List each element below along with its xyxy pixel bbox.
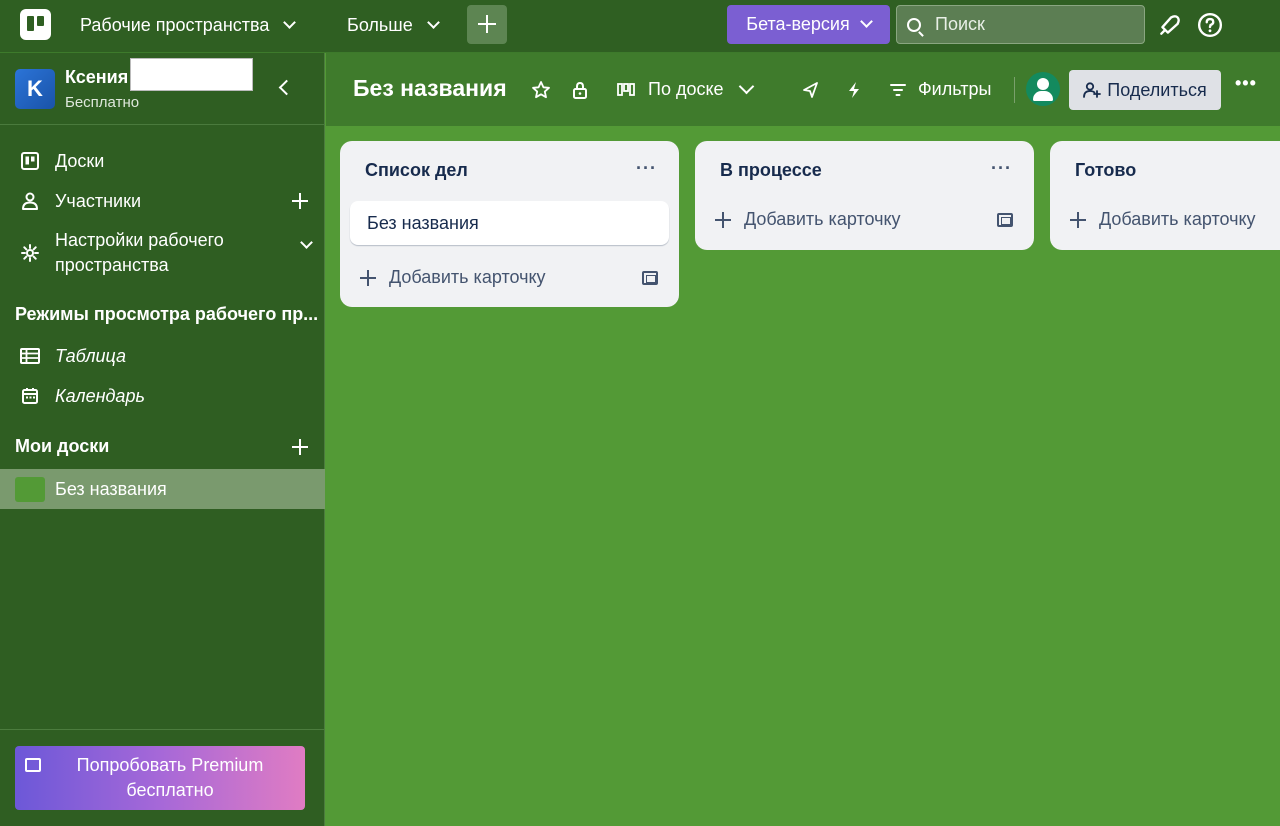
calendar-icon <box>22 388 38 404</box>
workspace-name: Ксения <box>65 67 129 87</box>
search-icon <box>907 17 921 32</box>
chevron-down-icon <box>426 15 440 29</box>
share-label: Поделиться <box>1107 79 1207 100</box>
filter-icon <box>890 83 906 96</box>
list-column: Список дел ··· Без названия Добавить кар… <box>340 141 679 307</box>
sidebar: K Ксения Бесплатно Доски Участники Настр… <box>0 53 325 826</box>
plus-icon <box>1070 211 1086 228</box>
add-person-icon <box>1083 82 1102 98</box>
more-menu[interactable]: Больше <box>347 0 440 50</box>
plus-icon <box>360 269 376 286</box>
create-button[interactable] <box>467 5 507 44</box>
list-title[interactable]: Список дел <box>365 160 468 181</box>
more-menu-label: Больше <box>347 14 413 35</box>
add-card-label: Добавить карточку <box>744 209 901 229</box>
gear-icon <box>21 244 39 262</box>
card[interactable]: Без названия <box>350 201 669 245</box>
try-premium-label: Попробовать Premium бесплатно <box>76 755 264 800</box>
automation-icon[interactable] <box>847 81 861 99</box>
power-ups-icon[interactable] <box>802 81 820 99</box>
add-card-label: Добавить карточку <box>1099 209 1256 229</box>
sidebar-item-calendar[interactable]: Календарь <box>0 376 325 416</box>
member-avatar[interactable] <box>1026 72 1060 106</box>
chevron-down-icon <box>283 15 297 29</box>
beta-version-button[interactable]: Бета-версия <box>727 5 890 44</box>
add-board-icon[interactable] <box>292 439 308 455</box>
list-menu-icon[interactable]: ··· <box>991 158 1012 179</box>
workspace-avatar[interactable]: K <box>15 69 55 109</box>
plus-icon <box>715 211 731 228</box>
workspaces-menu-label: Рабочие пространства <box>80 14 270 35</box>
filters-label: Фильтры <box>918 79 992 99</box>
sidebar-item-settings[interactable]: Настройки рабочего пространства <box>0 228 325 278</box>
chevron-down-icon <box>300 236 313 249</box>
sidebar-item-label: Настройки рабочего пространства <box>55 230 224 275</box>
list-column: Готово Добавить карточку <box>1050 141 1280 250</box>
sidebar-item-boards[interactable]: Доски <box>0 141 325 181</box>
header-divider <box>1014 77 1015 103</box>
table-icon <box>20 348 40 364</box>
board-header: Без названия По доске Фильтры Поделиться… <box>326 53 1280 126</box>
card-title: Без названия <box>367 212 479 233</box>
beta-version-label: Бета-версия <box>746 14 850 34</box>
workspace-plan: Бесплатно <box>65 94 140 111</box>
search-box[interactable] <box>896 5 1145 44</box>
sidebar-item-label: Доски <box>55 150 105 171</box>
sidebar-board-label: Без названия <box>55 479 167 499</box>
add-card-button[interactable]: Добавить карточку <box>715 209 901 230</box>
star-icon[interactable] <box>531 80 551 100</box>
sidebar-item-members[interactable]: Участники <box>0 181 325 221</box>
chevron-down-icon <box>738 78 754 95</box>
help-icon[interactable] <box>1197 12 1223 38</box>
list-column: В процессе ··· Добавить карточку <box>695 141 1034 250</box>
redacted-area <box>130 58 253 91</box>
sidebar-board-item[interactable]: Без названия <box>0 469 325 509</box>
sidebar-item-label: Календарь <box>55 385 145 406</box>
filters-button[interactable]: Фильтры <box>890 79 991 100</box>
views-section-title: Режимы просмотра рабочего пр... <box>15 304 319 324</box>
list-menu-icon[interactable]: ··· <box>636 158 657 179</box>
boards-icon <box>21 152 39 170</box>
workspace-header: K Ксения Бесплатно <box>0 53 325 125</box>
card-template-icon[interactable] <box>997 213 1013 227</box>
board-title[interactable]: Без названия <box>353 75 507 102</box>
list-title[interactable]: Готово <box>1075 160 1136 181</box>
share-button[interactable]: Поделиться <box>1069 70 1221 110</box>
workspaces-menu[interactable]: Рабочие пространства <box>80 0 297 50</box>
sidebar-item-label: Таблица <box>55 345 127 366</box>
collapse-sidebar-icon[interactable] <box>278 79 295 96</box>
list-title[interactable]: В процессе <box>720 160 822 181</box>
notifications-icon[interactable] <box>1157 12 1183 38</box>
board-view-switcher[interactable]: По доске <box>617 78 754 100</box>
person-icon <box>22 192 38 210</box>
board-view-label: По доске <box>648 79 724 99</box>
card-template-icon[interactable] <box>642 271 658 285</box>
search-input[interactable] <box>935 14 1135 35</box>
board-view-icon <box>617 82 635 96</box>
trello-logo-icon[interactable] <box>20 9 51 40</box>
my-boards-title: Мои доски <box>15 436 110 456</box>
add-card-label: Добавить карточку <box>389 267 546 287</box>
try-premium-button[interactable]: Попробовать Premium бесплатно <box>15 746 305 810</box>
add-member-icon[interactable] <box>292 193 308 209</box>
chevron-down-icon <box>859 15 873 28</box>
briefcase-icon <box>25 758 41 772</box>
add-card-button[interactable]: Добавить карточку <box>360 267 546 288</box>
add-card-button[interactable]: Добавить карточку <box>1070 209 1256 230</box>
board-menu-icon[interactable]: ••• <box>1235 73 1257 94</box>
sidebar-divider <box>0 729 325 730</box>
lock-icon[interactable] <box>572 81 588 99</box>
sidebar-item-label: Участники <box>55 190 141 211</box>
top-navigation-bar: Рабочие пространства Больше Бета-версия <box>0 0 1280 53</box>
sidebar-item-table[interactable]: Таблица <box>0 336 325 376</box>
board-color-swatch <box>15 477 45 502</box>
